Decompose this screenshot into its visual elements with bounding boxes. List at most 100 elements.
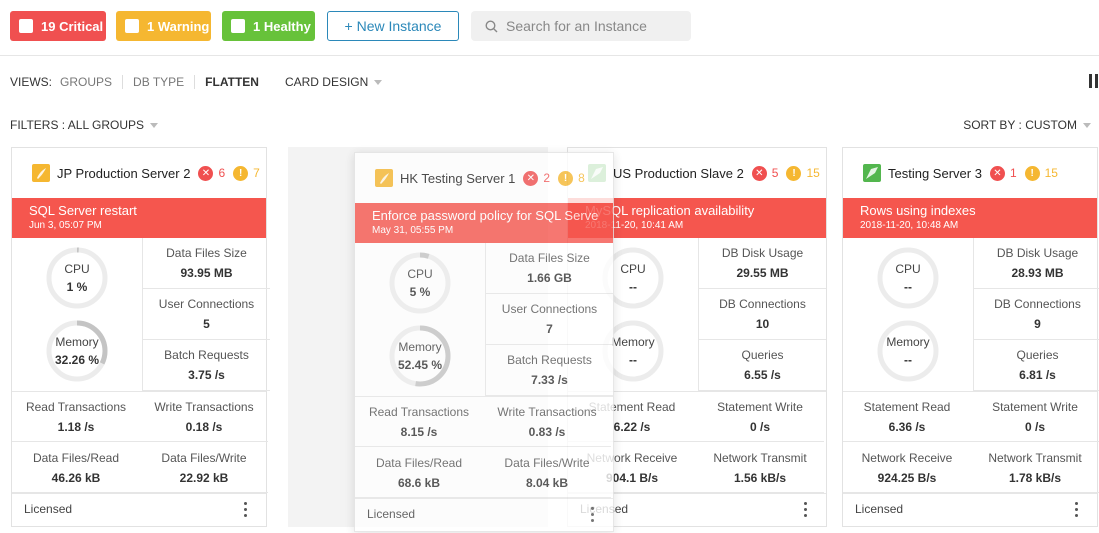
alert-banner[interactable]: SQL Server restart Jun 3, 05:07 PM (12, 198, 266, 238)
warning-count: 7 (253, 166, 260, 180)
metric-cell: DB Connections 10 (698, 289, 826, 340)
metric-cell: Data Files/Read 46.26 kB (12, 442, 140, 493)
metric-value: 8.04 kB (525, 476, 569, 490)
cpu-gauge-ring (877, 247, 939, 309)
more-options-icon[interactable] (1075, 502, 1079, 518)
critical-badge[interactable]: ✕ 1 (989, 165, 1017, 181)
alert-date: 2018-11-20, 10:48 AM (860, 220, 959, 231)
warning-badge[interactable]: ! 8 (558, 170, 585, 186)
new-instance-button[interactable]: + New Instance (327, 11, 459, 41)
critical-filter-button[interactable]: 19 Critical (10, 11, 106, 41)
healthy-count-label: 1 Healthy (253, 18, 311, 34)
card-header: HK Testing Server 1 ✕ 2 ! 8 (355, 153, 613, 203)
critical-badge[interactable]: ✕ 5 (751, 165, 779, 181)
critical-badge[interactable]: ✕ 2 (523, 170, 551, 186)
alert-date: Jun 3, 05:07 PM (29, 220, 102, 231)
memory-value: 52.45 % (397, 358, 443, 372)
critical-x-icon: ✕ (198, 165, 214, 181)
warning-badge[interactable]: ! 15 (1024, 165, 1058, 181)
card-design-dropdown[interactable]: CARD DESIGN (284, 75, 383, 89)
alert-title: MySQL replication availability (585, 203, 755, 218)
more-options-icon[interactable] (244, 502, 248, 518)
metric-value: 1.18 /s (57, 420, 95, 434)
warning-count: 8 (578, 171, 585, 185)
chevron-down-icon (374, 80, 383, 86)
metric-cell: User Connections 5 (142, 289, 270, 340)
card-design-label: CARD DESIGN (284, 75, 369, 89)
metric-label: Network Transmit (713, 451, 807, 465)
metric-cell: Batch Requests 3.75 /s (142, 340, 270, 391)
metric-label: User Connections (158, 297, 255, 311)
warning-badge[interactable]: ! 7 (233, 165, 260, 181)
metric-value: 7.33 /s (531, 373, 568, 387)
warning-exclamation-icon: ! (786, 165, 802, 181)
metric-cell: Batch Requests 7.33 /s (485, 345, 613, 396)
critical-x-icon: ✕ (523, 170, 539, 186)
metric-value: 3.75 /s (188, 368, 225, 382)
filters-dropdown[interactable]: FILTERS : ALL GROUPS (10, 118, 159, 132)
instance-name[interactable]: Testing Server 3 (888, 166, 982, 181)
more-options-icon[interactable] (591, 507, 595, 523)
card-footer: Licensed (843, 493, 1097, 528)
critical-count: 2 (543, 171, 551, 185)
view-option-db-type[interactable]: DB TYPE (122, 75, 194, 89)
metric-value: 1.56 kB/s (733, 471, 787, 485)
card-header: JP Production Server 2 ✕ 6 ! 7 (12, 148, 266, 198)
instance-name[interactable]: US Production Slave 2 (613, 166, 744, 181)
instance-card-dragging[interactable]: HK Testing Server 1 ✕ 2 ! 8 Enforce passwo… (354, 152, 614, 532)
view-option-flatten[interactable]: FLATTEN (194, 75, 269, 89)
chevron-down-icon (150, 123, 159, 129)
cpu-value: 5 % (409, 285, 431, 299)
metric-label: Data Files/Read (375, 456, 463, 470)
view-option-groups[interactable]: GROUPS (60, 75, 122, 89)
metric-value: 10 (755, 317, 770, 331)
card-footer: Licensed (12, 493, 266, 528)
sql-server-icon (32, 164, 50, 182)
alert-date: May 31, 05:55 PM (372, 225, 454, 236)
more-options-icon[interactable] (804, 502, 808, 518)
metric-label: Data Files/Write (504, 456, 590, 470)
instance-card[interactable]: Testing Server 3 ✕ 1 ! 15 Rows using index… (842, 147, 1099, 528)
critical-badge[interactable]: ✕ 6 (198, 165, 225, 181)
warning-filter-button[interactable]: 1 Warning (116, 11, 211, 41)
checkbox-icon (19, 19, 33, 33)
metric-label: DB Disk Usage (721, 246, 804, 260)
metric-label: Data Files/Read (32, 451, 120, 465)
memory-label: Memory (55, 335, 99, 349)
warning-count: 15 (806, 166, 820, 180)
healthy-filter-button[interactable]: 1 Healthy (222, 11, 315, 41)
metric-value: 93.95 MB (180, 266, 233, 280)
metric-label: DB Connections (994, 297, 1081, 311)
cpu-gauge-ring (46, 247, 108, 309)
metric-cell: Read Transactions 1.18 /s (12, 391, 140, 442)
cpu-label: CPU (895, 262, 921, 276)
warning-badge[interactable]: ! 15 (786, 165, 820, 181)
sort-dropdown[interactable]: SORT BY : CUSTOM (963, 118, 1091, 132)
top-bar: 19 Critical 1 Warning 1 Healthy + New In… (0, 0, 1099, 56)
metric-value: 5 (203, 317, 210, 331)
metric-label: Write Transactions (497, 405, 597, 419)
warning-exclamation-icon: ! (558, 170, 574, 186)
instance-name[interactable]: HK Testing Server 1 (400, 171, 515, 186)
metric-cell: DB Disk Usage 28.93 MB (973, 238, 1099, 289)
cpu-value: -- (904, 280, 912, 294)
metric-cell: Data Files/Write 8.04 kB (483, 447, 611, 498)
alert-title: Rows using indexes (860, 203, 976, 218)
metric-label: Queries (741, 348, 784, 362)
metric-cell: Data Files/Read 68.6 kB (355, 447, 483, 498)
instance-name[interactable]: JP Production Server 2 (57, 166, 190, 181)
alert-banner[interactable]: Rows using indexes 2018-11-20, 10:48 AM (843, 198, 1097, 238)
critical-x-icon: ✕ (751, 165, 767, 181)
search-icon (485, 19, 498, 32)
instance-card[interactable]: JP Production Server 2 ✕ 6 ! 7 SQL Server … (11, 147, 270, 528)
metric-cell: Network Transmit 1.78 kB/s (971, 442, 1099, 493)
alert-banner[interactable]: Enforce password policy for SQL Serve Ma… (355, 203, 613, 243)
critical-count: 5 (771, 166, 779, 180)
pause-icon[interactable] (1089, 74, 1099, 88)
search-input[interactable]: Search for an Instance (471, 11, 691, 41)
metric-cell: Statement Write 0 /s (971, 391, 1099, 442)
metric-value: 8.15 /s (400, 425, 438, 439)
metric-label: Read Transactions (368, 405, 470, 419)
metric-value: 9 (1034, 317, 1041, 331)
metric-label: Read Transactions (25, 400, 127, 414)
